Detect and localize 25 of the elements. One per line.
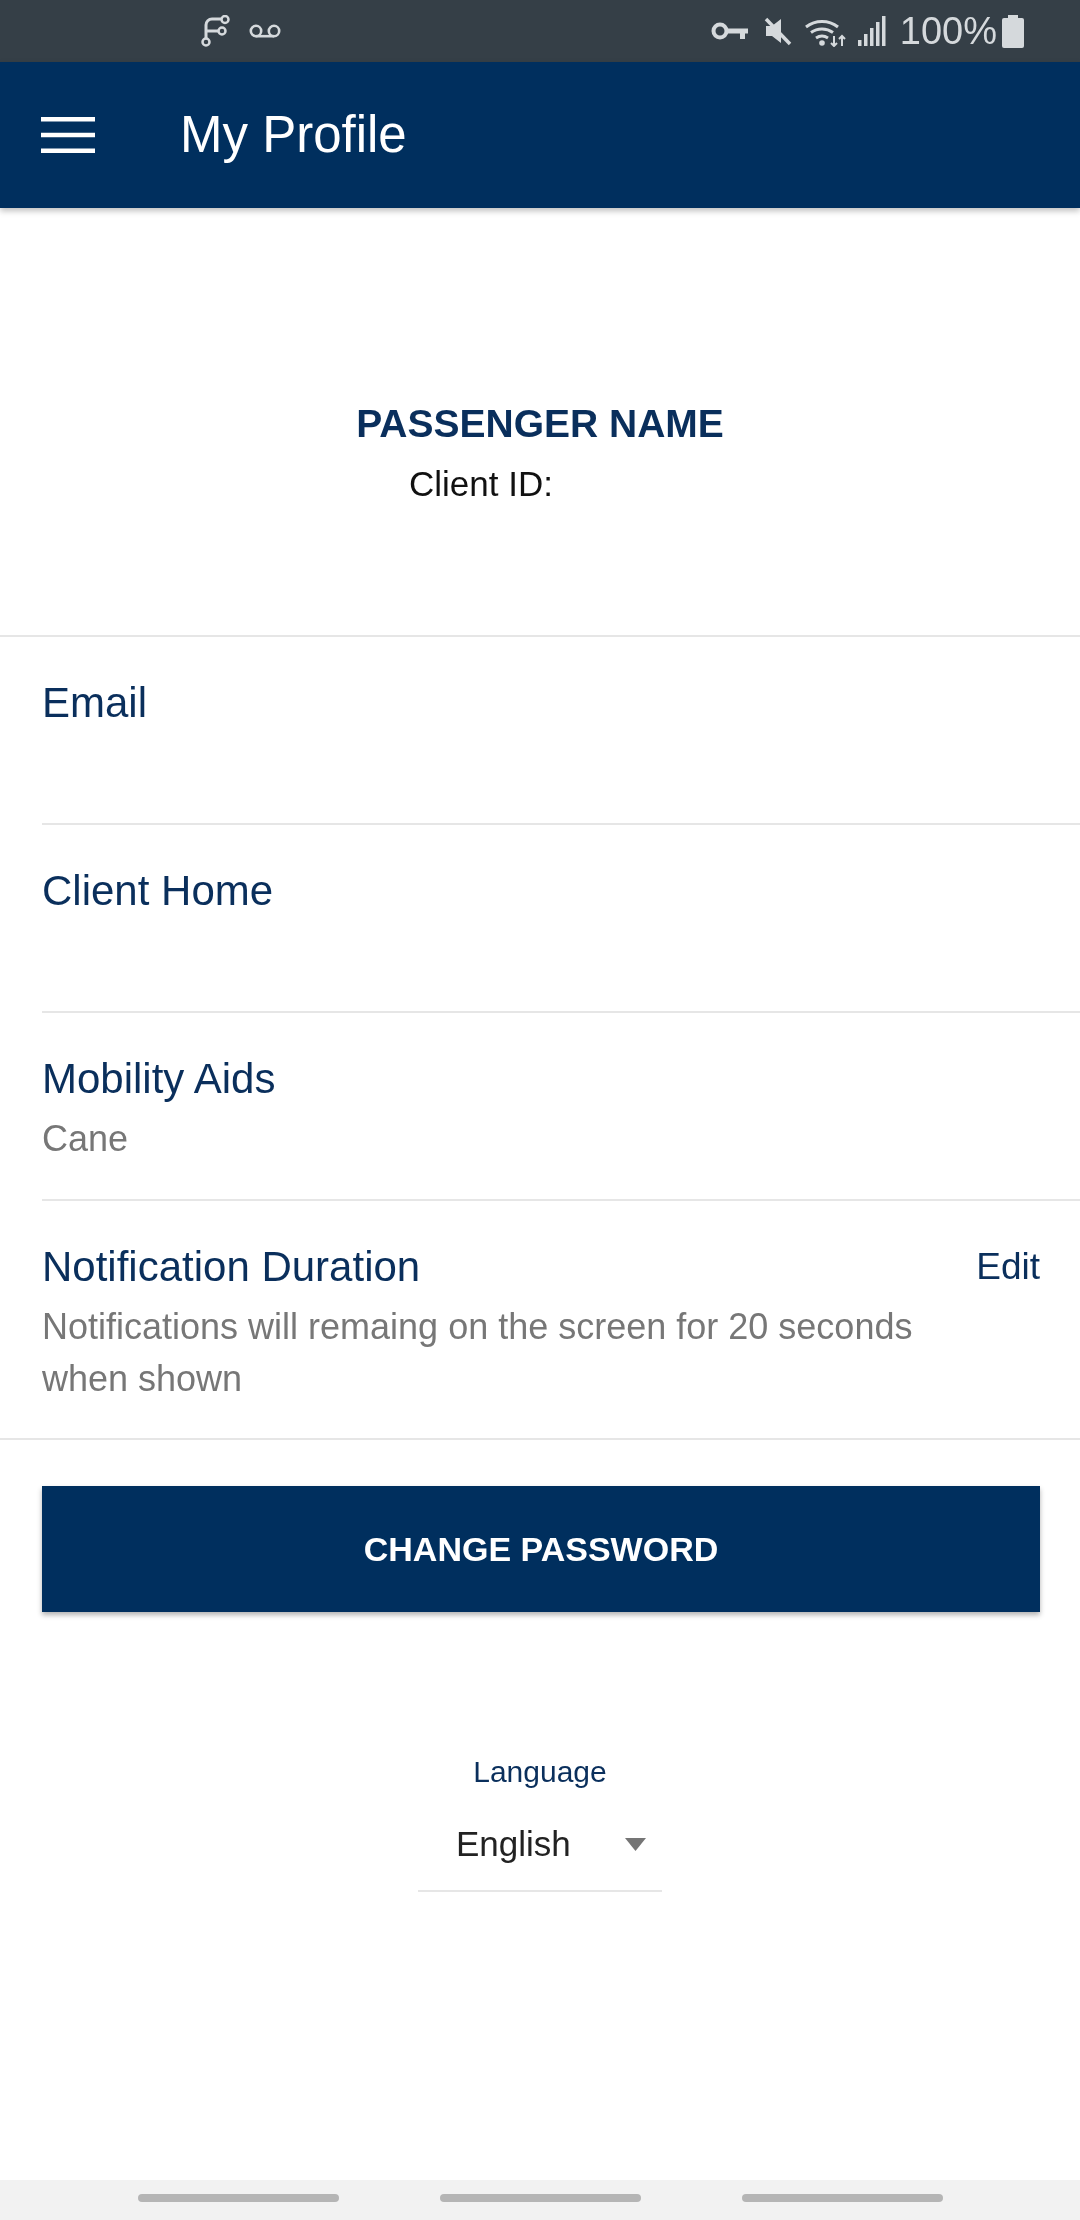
field-label: Email: [42, 678, 148, 728]
language-dropdown[interactable]: English: [418, 1820, 662, 1892]
client-id-label: Client ID:: [409, 463, 553, 505]
field-label: Notification Duration: [42, 1242, 421, 1292]
gesture-bar-icon[interactable]: [741, 2194, 943, 2202]
gesture-bar-icon[interactable]: [137, 2194, 339, 2202]
screen-title: My Profile: [180, 105, 407, 165]
route-icon: [200, 15, 231, 47]
caret-icon: [625, 1837, 646, 1851]
battery-percentage: 100%: [899, 9, 997, 53]
edit-link[interactable]: Edit: [976, 1243, 1040, 1291]
language-label: Language: [473, 1754, 607, 1790]
gesture-bar-icon[interactable]: [439, 2194, 641, 2202]
passenger-name: PASSENGER NAME: [356, 401, 724, 447]
change-password-button[interactable]: CHANGE PASSWORD: [42, 1486, 1040, 1612]
menu-icon[interactable]: [41, 117, 95, 153]
voicemail-icon: [249, 24, 281, 38]
battery-icon: [1002, 14, 1024, 48]
field-label: Client Home: [42, 866, 274, 916]
field-value: Cane: [42, 1117, 129, 1161]
signal-icon: [857, 16, 886, 46]
field-label: Mobility Aids: [42, 1054, 276, 1104]
key-icon: [710, 20, 748, 42]
field-value: Notifications will remaing on the screen for 20 seconds when shown: [42, 1305, 914, 1401]
mute-icon: [762, 16, 792, 46]
